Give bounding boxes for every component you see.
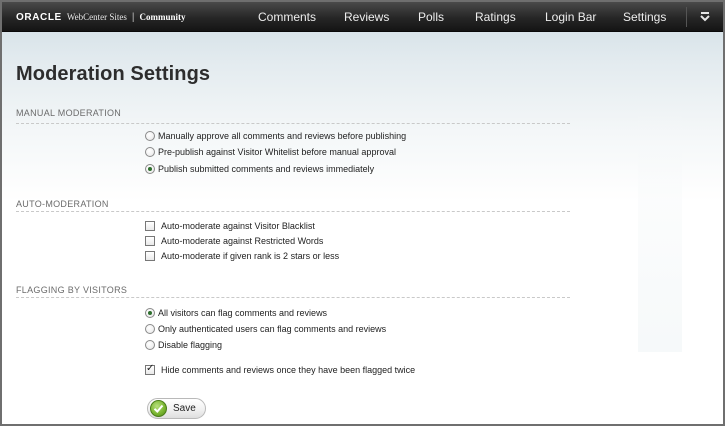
option-label: Manually approve all comments and review… xyxy=(158,131,407,141)
section-divider xyxy=(16,123,570,124)
brand-product: WebCenter Sites xyxy=(66,12,127,22)
section-divider xyxy=(16,211,570,212)
nav-item-settings[interactable]: Settings xyxy=(623,2,666,32)
nav-item-polls[interactable]: Polls xyxy=(418,2,444,32)
nav-item-login-bar[interactable]: Login Bar xyxy=(545,2,596,32)
page-title: Moderation Settings xyxy=(16,63,211,85)
flag-option-disable[interactable]: Disable flagging xyxy=(145,338,222,352)
section-heading-auto-moderation: AUTO-MODERATION xyxy=(16,199,109,209)
manual-option-publish-immediately[interactable]: Publish submitted comments and reviews i… xyxy=(145,162,374,176)
nav-item-comments[interactable]: Comments xyxy=(258,2,316,32)
flag-option-authenticated-only[interactable]: Only authenticated users can flag commen… xyxy=(145,322,386,336)
section-heading-flagging: FLAGGING BY VISITORS xyxy=(16,285,128,295)
auto-option-low-rank[interactable]: Auto-moderate if given rank is 2 stars o… xyxy=(145,249,339,263)
nav-item-ratings[interactable]: Ratings xyxy=(475,2,516,32)
brand-separator: | xyxy=(131,11,135,23)
option-label: Only authenticated users can flag commen… xyxy=(158,324,387,334)
checkbox[interactable] xyxy=(145,236,155,246)
manual-option-prepublish-whitelist[interactable]: Pre-publish against Visitor Whitelist be… xyxy=(145,145,396,159)
brand-logo: ORACLE WebCenter Sites | Community xyxy=(16,2,185,32)
radio-button[interactable] xyxy=(145,131,155,141)
option-label: Auto-moderate against Visitor Blacklist xyxy=(161,221,315,231)
option-label: Disable flagging xyxy=(158,340,223,350)
manual-option-approve-all[interactable]: Manually approve all comments and review… xyxy=(145,129,406,143)
flag-option-all-visitors[interactable]: All visitors can flag comments and revie… xyxy=(145,306,327,320)
radio-button[interactable] xyxy=(145,308,155,318)
checkbox[interactable] xyxy=(145,251,155,261)
option-label: All visitors can flag comments and revie… xyxy=(158,308,328,318)
radio-button[interactable] xyxy=(145,324,155,334)
section-heading-manual-moderation: MANUAL MODERATION xyxy=(16,108,122,118)
checkbox[interactable] xyxy=(145,363,155,375)
radio-button[interactable] xyxy=(145,164,155,174)
section-divider xyxy=(16,297,570,298)
auto-option-blacklist[interactable]: Auto-moderate against Visitor Blacklist xyxy=(145,219,315,233)
app-window: ORACLE WebCenter Sites | Community Comme… xyxy=(0,0,725,426)
option-label: Pre-publish against Visitor Whitelist be… xyxy=(158,147,396,157)
chevron-down-icon xyxy=(700,12,710,22)
radio-button[interactable] xyxy=(145,340,155,350)
brand-vendor: ORACLE xyxy=(16,11,62,23)
flag-option-hide-after-two-flags[interactable]: Hide comments and reviews once they have… xyxy=(145,363,415,377)
auto-option-restricted-words[interactable]: Auto-moderate against Restricted Words xyxy=(145,234,323,248)
check-icon xyxy=(150,400,167,417)
brand-module: Community xyxy=(139,12,186,22)
option-label: Publish submitted comments and reviews i… xyxy=(158,164,375,174)
save-button[interactable]: Save xyxy=(147,398,206,419)
nav-item-reviews[interactable]: Reviews xyxy=(344,2,389,32)
radio-button[interactable] xyxy=(145,147,155,157)
nav-divider xyxy=(686,7,687,27)
nav-menu-button[interactable] xyxy=(690,2,720,32)
save-button-label: Save xyxy=(173,403,196,414)
option-label: Hide comments and reviews once they have… xyxy=(161,365,416,375)
side-panel-decoration xyxy=(638,98,682,352)
top-navigation-bar: ORACLE WebCenter Sites | Community Comme… xyxy=(2,2,723,32)
option-label: Auto-moderate against Restricted Words xyxy=(161,236,324,246)
checkbox[interactable] xyxy=(145,221,155,231)
option-label: Auto-moderate if given rank is 2 stars o… xyxy=(161,251,340,261)
